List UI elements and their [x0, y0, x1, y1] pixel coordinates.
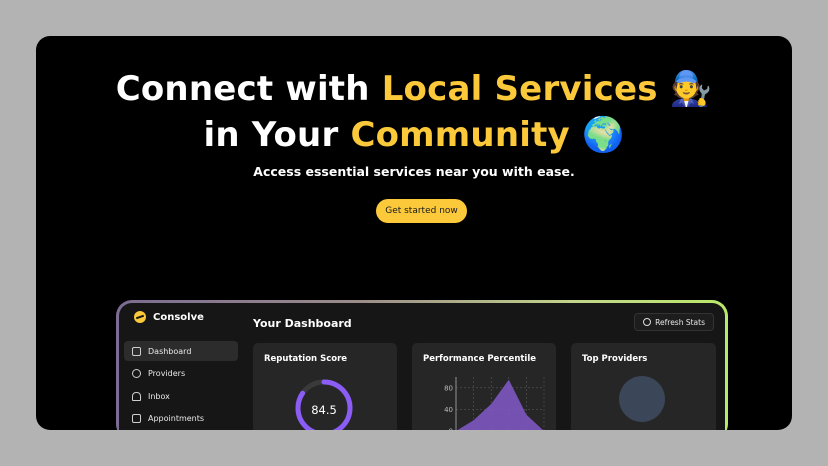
card-title: Top Providers [582, 354, 648, 364]
provider-avatar[interactable] [619, 376, 665, 422]
y-tick-label-1: 40 [444, 406, 453, 414]
hero-subtitle: Access essential services near you with … [253, 164, 575, 179]
sidebar-item-label: Appointments [148, 414, 205, 423]
calendar-icon [132, 414, 141, 423]
performance-chart: 02040608010004080 [444, 377, 545, 431]
page-title: Your Dashboard [253, 317, 352, 330]
bell-icon [132, 391, 141, 401]
card-title: Reputation Score [264, 354, 348, 364]
get-started-button[interactable]: Get started now [376, 199, 467, 223]
refresh-icon [643, 318, 652, 326]
hero-line1-text: Connect with [115, 69, 382, 109]
reputation-score-card: Reputation Score 84.5 [253, 343, 397, 430]
globe-emoji-icon: 🌍 [581, 115, 625, 155]
y-tick-label-2: 80 [444, 384, 453, 392]
sidebar-item-appointments[interactable]: Appointments [124, 409, 238, 429]
providers-icon [132, 369, 141, 378]
sidebar-item-label: Inbox [148, 391, 170, 401]
reputation-gauge: 84.5 [293, 377, 355, 430]
reputation-score-value: 84.5 [311, 403, 337, 417]
mechanic-emoji-icon: 🧑‍🔧 [669, 69, 713, 109]
sidebar-nav: Dashboard Providers Inbox Appointments [124, 341, 238, 430]
brand-name: Consolve [153, 311, 204, 323]
y-tick-label-0: 0 [449, 428, 453, 431]
series-area [457, 379, 543, 430]
sidebar-item-label: Providers [148, 369, 186, 378]
brand[interactable]: Consolve [134, 311, 204, 323]
sidebar-item-dashboard[interactable]: Dashboard [124, 341, 238, 361]
chart-line-icon [132, 346, 141, 356]
app-window: Consolve Dashboard Providers Inbox Appoi… [119, 303, 725, 430]
performance-percentile-card: Performance Percentile 02040608010004080 [412, 343, 556, 430]
hero-line2-text: in Your [203, 115, 351, 155]
sidebar-item-providers[interactable]: Providers [124, 364, 238, 384]
hero-line1-accent: Local Services [381, 69, 658, 109]
hero-title: Connect with Local Services 🧑‍🔧 in Your … [36, 66, 792, 158]
top-providers-card: Top Providers [571, 343, 716, 430]
refresh-stats-button[interactable]: Refresh Stats [634, 313, 714, 331]
hero-frame: Connect with Local Services 🧑‍🔧 in Your … [36, 36, 792, 430]
sidebar-item-label: Dashboard [148, 346, 192, 356]
refresh-stats-label: Refresh Stats [655, 317, 705, 327]
hero-line2-accent: Community [350, 115, 570, 155]
dashboard-preview: Consolve Dashboard Providers Inbox Appoi… [116, 300, 728, 430]
card-title: Performance Percentile [423, 354, 537, 364]
sidebar-item-inbox[interactable]: Inbox [124, 386, 238, 406]
brand-logo-icon [134, 311, 146, 323]
